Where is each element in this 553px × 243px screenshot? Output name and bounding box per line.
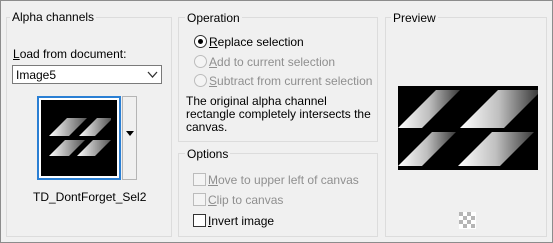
clip-to-canvas-checkbox[interactable]: [193, 193, 206, 206]
subtract-selection-text: ubtract from current selection: [217, 74, 373, 88]
operation-description: The original alpha channel rectangle com…: [186, 94, 371, 134]
options-title: Options: [185, 147, 231, 161]
document-dropdown-value: Image5: [16, 68, 57, 82]
document-dropdown[interactable]: Image5: [12, 65, 162, 84]
subtract-selection-label[interactable]: Subtract from current selection: [209, 74, 372, 88]
clip-to-canvas-text: lip to canvas: [216, 193, 284, 207]
add-to-selection-label[interactable]: Add to current selection: [209, 55, 335, 69]
load-from-document-text: oad from document:: [19, 47, 127, 61]
chevron-down-icon: [147, 71, 158, 78]
preview-title: Preview: [391, 11, 438, 25]
replace-selection-text: eplace selection: [217, 35, 304, 49]
invert-image-checkbox[interactable]: [193, 214, 206, 227]
move-upper-left-checkbox[interactable]: [193, 173, 206, 186]
selection-thumbnail-graphic: [49, 118, 111, 156]
add-to-selection-mnemonic: A: [209, 55, 218, 69]
move-upper-left-mnemonic: M: [208, 173, 218, 187]
preview-graphic: [398, 90, 538, 166]
clip-to-canvas-label[interactable]: Clip to canvas: [208, 193, 283, 207]
replace-selection-label[interactable]: Replace selection: [209, 35, 304, 49]
load-from-document-mnemonic: L: [13, 47, 20, 61]
operation-title: Operation: [185, 11, 242, 25]
invert-image-label[interactable]: Invert image: [208, 214, 274, 228]
alpha-channels-title: Alpha channels: [10, 10, 97, 24]
selection-thumbnail[interactable]: [37, 96, 121, 180]
preview-image: [398, 86, 538, 170]
add-to-selection-text: dd to current selection: [217, 55, 336, 69]
invert-image-text: nvert image: [211, 214, 275, 228]
subtract-selection-radio[interactable]: [194, 74, 207, 87]
thumbnail-menu-button[interactable]: [122, 96, 137, 180]
selection-name: TD_DontForget_Sel2: [33, 190, 147, 204]
move-upper-left-text: ove to upper left of canvas: [218, 173, 359, 187]
replace-selection-mnemonic: R: [209, 35, 218, 49]
add-to-selection-radio[interactable]: [194, 55, 207, 68]
radio-selected-dot: [198, 39, 203, 44]
load-from-document-label: Load from document:: [13, 47, 126, 61]
triangle-down-icon: [126, 131, 134, 136]
selection-thumbnail-image: [41, 100, 117, 176]
subtract-selection-mnemonic: S: [209, 74, 218, 88]
replace-selection-radio[interactable]: [194, 35, 207, 48]
clip-to-canvas-mnemonic: C: [208, 193, 217, 207]
move-upper-left-label[interactable]: Move to upper left of canvas: [208, 173, 359, 187]
checkerboard-icon[interactable]: [459, 212, 476, 229]
